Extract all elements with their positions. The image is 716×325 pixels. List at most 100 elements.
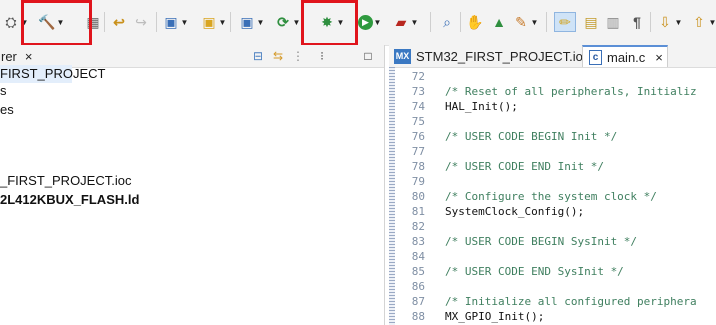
chevron-down-icon[interactable]: ▼ (674, 13, 683, 31)
code-line[interactable]: 86 (395, 279, 716, 294)
line-number: 85 (411, 265, 425, 278)
tree-item[interactable]: s (0, 82, 7, 100)
refresh-button[interactable]: ⟳ ▼ (274, 12, 301, 32)
pilcrow-icon: ¶ (633, 14, 641, 30)
code-line[interactable]: 88 MX_GPIO_Init(); (395, 309, 716, 324)
code-text: HAL_Init(); (445, 100, 518, 113)
close-icon[interactable]: × (655, 50, 663, 65)
open-element-button[interactable]: ✋ (466, 12, 484, 32)
tree-item-label: es (0, 102, 14, 117)
code-line[interactable]: 75 (395, 114, 716, 129)
new-class-button[interactable]: ▣ ▼ (238, 12, 265, 32)
block-select-icon: ▥ (606, 14, 620, 30)
line-number: 87 (411, 295, 425, 308)
search-button[interactable]: ⌕ (438, 12, 456, 32)
line-number: 88 (411, 310, 425, 323)
tab-label: STM32_FIRST_PROJECT.ioc (416, 48, 590, 64)
project-explorer-tab[interactable]: rer × (0, 45, 32, 67)
line-number: 84 (411, 250, 425, 263)
folder-icon: ▣ (202, 14, 216, 30)
toolbar-separator (230, 12, 231, 32)
chevron-down-icon[interactable]: ▼ (292, 13, 301, 31)
project-explorer-tab-label: rer (1, 48, 17, 64)
link-with-editor-icon[interactable]: ⇆ (270, 48, 286, 64)
maximize-icon[interactable]: □ (360, 48, 376, 64)
tree-item-ioc-file[interactable]: _FIRST_PROJECT.ioc (0, 172, 131, 190)
code-comment: /* Initialize all configured periphera (445, 295, 697, 308)
code-line[interactable]: 85 /* USER CODE END SysInit */ (395, 264, 716, 279)
code-line[interactable]: 74 HAL_Init(); (395, 99, 716, 114)
prev-annotation-button[interactable]: ⇧ ▼ (690, 12, 716, 32)
tree-item-linker-file[interactable]: 2L412KBUX_FLASH.ld (0, 191, 139, 209)
run-button[interactable]: ▶ ▼ (358, 12, 382, 32)
toolbar-separator (430, 12, 431, 32)
chevron-down-icon[interactable]: ▼ (373, 13, 382, 31)
line-number: 81 (411, 205, 425, 218)
code-comment: /* USER CODE BEGIN Init */ (445, 130, 618, 143)
toolbar-separator (546, 12, 547, 32)
code-line[interactable]: 79 (395, 174, 716, 189)
block-select-button[interactable]: ▥ (604, 12, 622, 32)
chevron-down-icon[interactable]: ▼ (180, 13, 189, 31)
code-line[interactable]: 77 (395, 144, 716, 159)
cubemx-icon: MX (394, 48, 411, 64)
chevron-down-icon[interactable]: ▼ (530, 13, 539, 31)
highlight-toggle-button[interactable]: ✏ (554, 12, 576, 32)
tree-item-label: s (0, 83, 7, 98)
tab-main-c[interactable]: c main.c × (582, 45, 668, 67)
code-line[interactable]: 78 /* USER CODE END Init */ (395, 159, 716, 174)
undo-button[interactable]: ↩ (110, 12, 128, 32)
collapse-all-icon[interactable]: ⊟ (250, 48, 266, 64)
view-menu-icon[interactable]: ⁝ (314, 48, 330, 64)
open-perspective-button[interactable]: ▲ (490, 12, 508, 32)
tree-item-label: 2L412KBUX_FLASH.ld (0, 192, 140, 207)
hand-icon: ✋ (466, 14, 484, 30)
code-line[interactable]: 81 SystemClock_Config(); (395, 204, 716, 219)
code-line[interactable]: 84 (395, 249, 716, 264)
line-number: 75 (411, 115, 425, 128)
line-number: 74 (411, 100, 425, 113)
line-number: 80 (411, 190, 425, 203)
build-highlight-box (21, 0, 92, 46)
close-icon[interactable]: × (25, 49, 33, 64)
tab-ioc[interactable]: MX STM32_FIRST_PROJECT.ioc (394, 45, 589, 67)
undo-icon: ↩ (113, 14, 125, 30)
chevron-down-icon[interactable]: ▼ (218, 13, 227, 31)
code-comment: /* Reset of all peripherals, Initializ (445, 85, 697, 98)
toolbar-separator (104, 12, 105, 32)
tools-button[interactable]: ✎ ▼ (512, 12, 539, 32)
new-c-project-button[interactable]: ▣ ▼ (162, 12, 189, 32)
code-line[interactable]: 83 /* USER CODE BEGIN SysInit */ (395, 234, 716, 249)
code-line[interactable]: 76 /* USER CODE BEGIN Init */ (395, 129, 716, 144)
code-line[interactable]: 73 /* Reset of all peripherals, Initializ (395, 84, 716, 99)
new-class-icon: ▣ (240, 14, 254, 30)
toolbar-separator (650, 12, 651, 32)
tree-item[interactable]: es (0, 101, 14, 119)
arrow-up-icon: ⇧ (693, 14, 705, 30)
pencil-icon: ✏ (559, 14, 571, 30)
tab-label: main.c (607, 49, 646, 65)
code-comment: /* USER CODE BEGIN SysInit */ (445, 235, 638, 248)
code-line[interactable]: 72 (395, 69, 716, 84)
redo-icon: ↪ (135, 14, 147, 30)
code-line[interactable]: 87 /* Initialize all configured periphera (395, 294, 716, 309)
chevron-down-icon[interactable]: ▼ (256, 13, 265, 31)
redo-button[interactable]: ↪ (132, 12, 150, 32)
code-line[interactable]: 80 /* Configure the system clock */ (395, 189, 716, 204)
filter-icon[interactable]: ⋮ (290, 48, 306, 64)
tree-item-label: FIRST_PROJECT (0, 66, 106, 81)
tree-item-label: _FIRST_PROJECT.ioc (0, 173, 132, 188)
chevron-down-icon[interactable]: ▼ (410, 13, 419, 31)
refresh-icon: ⟳ (277, 14, 289, 30)
tree-item-project[interactable]: FIRST_PROJECT (0, 65, 105, 83)
main-toolbar: ⛭ ▼ 🔨 ▼ ▦ ↩ ↪ ▣ ▼ ▣ ▼ ▣ ▼ ⟳ ▼ ✸ ▼ ▶ ▼ ▰ (0, 0, 716, 46)
next-annotation-button[interactable]: ⇩ ▼ (656, 12, 683, 32)
perspective-icon: ▲ (492, 14, 506, 30)
toggle-mark-button[interactable]: ▤ (582, 12, 600, 32)
new-folder-button[interactable]: ▣ ▼ (200, 12, 227, 32)
external-tools-button[interactable]: ▰ ▼ (392, 12, 419, 32)
chevron-down-icon[interactable]: ▼ (708, 13, 716, 31)
show-whitespace-button[interactable]: ¶ (628, 12, 646, 32)
code-line[interactable]: 82 (395, 219, 716, 234)
toolbar-separator (460, 12, 461, 32)
